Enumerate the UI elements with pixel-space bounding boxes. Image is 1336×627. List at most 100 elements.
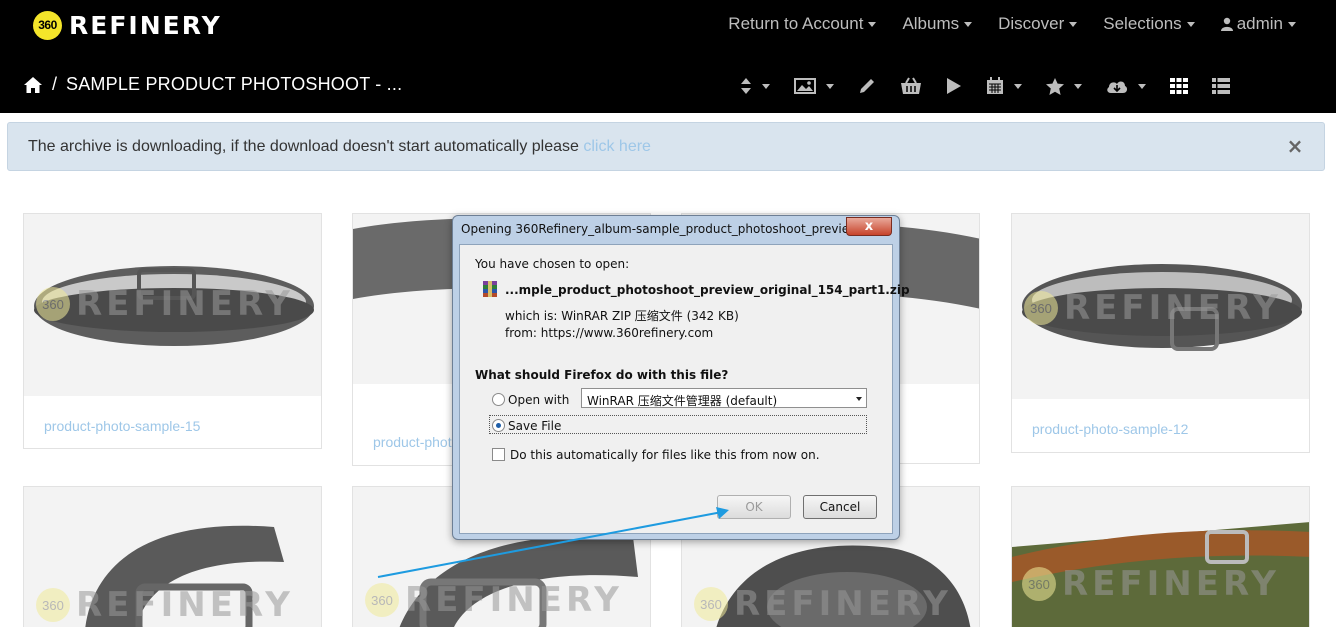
breadcrumb: / SAMPLE PRODUCT PHOTOSHOOT - ...	[23, 74, 402, 95]
product-photo[interactable]: 360 REFINERY	[1012, 487, 1309, 627]
gallery-card[interactable]: 360 REFINERY product-photo-sample-12	[1011, 213, 1310, 453]
favorite-button[interactable]	[1046, 72, 1082, 100]
page: 360 REFINERY Return to Account Albums Di…	[0, 0, 1336, 627]
watermark-text: REFINERY	[76, 284, 294, 324]
list-view-button[interactable]	[1212, 72, 1230, 100]
edit-button[interactable]	[858, 72, 876, 100]
chevron-down-icon	[856, 397, 862, 401]
image-icon	[794, 78, 816, 94]
watermark: 360 REFINERY	[1024, 288, 1282, 328]
image-button[interactable]	[794, 72, 834, 100]
play-icon	[947, 78, 961, 94]
chevron-down-icon	[1186, 21, 1195, 27]
top-nav: Return to Account Albums Discover Select…	[702, 12, 1296, 36]
file-name: ...mple_product_photoshoot_preview_origi…	[505, 283, 910, 297]
user-icon	[1220, 17, 1233, 31]
download-button[interactable]	[1106, 72, 1146, 100]
open-with-label[interactable]: Open with	[508, 393, 569, 407]
dialog-title: Opening 360Refinery_album-sample_product…	[461, 222, 849, 236]
watermark-text: REFINERY	[1064, 288, 1282, 328]
open-with-radio[interactable]	[492, 393, 505, 406]
grid-view-button[interactable]	[1170, 72, 1188, 100]
watermark: 360 REFINERY	[1022, 564, 1280, 604]
watermark-logo: 360	[36, 287, 70, 321]
watermark-logo: 360	[694, 587, 728, 621]
alert-text: The archive is downloading, if the downl…	[28, 138, 584, 155]
chevron-down-icon	[762, 83, 770, 89]
chevron-down-icon	[1138, 83, 1146, 89]
auto-label[interactable]: Do this automatically for files like thi…	[510, 448, 820, 462]
nav-label: Selections	[1103, 14, 1182, 33]
photo-caption[interactable]: product-photo-sample-15	[44, 418, 200, 434]
pencil-icon	[860, 79, 874, 93]
open-with-value: WinRAR 压缩文件管理器 (default)	[587, 394, 778, 408]
brand[interactable]: 360 REFINERY	[33, 10, 222, 40]
album-toolbar	[740, 72, 1254, 100]
download-alert: The archive is downloading, if the downl…	[7, 122, 1325, 171]
breadcrumb-separator: /	[52, 74, 58, 94]
download-dialog: Opening 360Refinery_album-sample_product…	[452, 215, 910, 540]
watermark-logo: 360	[365, 583, 399, 617]
list-view-icon	[1212, 78, 1230, 94]
photo-caption[interactable]: product-phot	[373, 434, 452, 450]
chevron-down-icon	[1069, 21, 1078, 27]
gallery-card[interactable]: 360 REFINERY product-photo-sample-15	[23, 213, 322, 449]
brand-logo: 360	[33, 10, 62, 40]
slideshow-button[interactable]	[946, 72, 962, 100]
cloud-download-icon	[1107, 81, 1128, 93]
watermark: 360 REFINERY	[365, 580, 623, 620]
product-photo[interactable]: 360 REFINERY	[1012, 214, 1309, 399]
watermark: 360 REFINERY	[36, 284, 294, 324]
dialog-body: You have chosen to open: ...mple_product…	[459, 244, 910, 534]
product-photo[interactable]: 360 REFINERY	[24, 487, 321, 627]
photo-caption[interactable]: product-photo-sample-12	[1032, 421, 1188, 437]
open-with-select[interactable]: WinRAR 压缩文件管理器 (default)	[581, 388, 867, 408]
calendar-button[interactable]	[986, 72, 1022, 100]
watermark-logo: 360	[1024, 291, 1058, 325]
ok-button[interactable]: OK	[717, 495, 791, 519]
watermark: 360 REFINERY	[694, 584, 952, 624]
nav-label: Discover	[998, 14, 1065, 33]
nav-selections[interactable]: Selections	[1103, 14, 1195, 34]
close-icon[interactable]: ×	[1286, 136, 1304, 156]
chevron-down-icon	[1014, 83, 1022, 89]
nav-user-menu[interactable]: admin	[1220, 14, 1296, 34]
chevron-down-icon	[868, 21, 877, 27]
watermark-logo: 360	[36, 588, 70, 622]
chevron-down-icon	[1288, 21, 1296, 27]
home-icon[interactable]	[23, 76, 43, 94]
nav-return-to-account[interactable]: Return to Account	[728, 14, 877, 34]
nav-albums[interactable]: Albums	[902, 14, 973, 34]
gallery-card[interactable]: 360 REFINERY	[23, 486, 322, 627]
auto-checkbox[interactable]	[492, 448, 505, 461]
cancel-button[interactable]: Cancel	[803, 495, 877, 519]
close-icon[interactable]: x	[846, 217, 892, 236]
click-here-link[interactable]: click here	[583, 138, 651, 155]
top-navbar: 360 REFINERY Return to Account Albums Di…	[0, 0, 1336, 113]
action-question: What should Firefox do with this file?	[475, 368, 729, 382]
chevron-down-icon	[1074, 83, 1082, 89]
grid-view-icon	[1170, 78, 1188, 94]
save-file-label[interactable]: Save File	[508, 419, 561, 433]
chevron-down-icon	[826, 83, 834, 89]
winrar-file-icon	[483, 281, 497, 297]
alert-message: The archive is downloading, if the downl…	[28, 138, 651, 156]
nav-label: Return to Account	[728, 14, 864, 33]
nav-label: Albums	[902, 14, 960, 33]
chosen-label: You have chosen to open:	[475, 257, 630, 271]
watermark: 360 REFINERY	[36, 585, 294, 625]
sort-button[interactable]	[740, 72, 770, 100]
basket-button[interactable]	[900, 72, 922, 100]
sort-icon	[741, 78, 751, 94]
basket-icon	[901, 77, 921, 94]
nav-discover[interactable]: Discover	[998, 14, 1078, 34]
calendar-icon	[987, 77, 1003, 94]
brand-name: REFINERY	[69, 10, 222, 40]
watermark-text: REFINERY	[405, 580, 623, 620]
belt-image	[1012, 487, 1309, 627]
watermark-logo: 360	[1022, 567, 1056, 601]
save-file-radio[interactable]	[492, 419, 505, 432]
product-photo[interactable]: 360 REFINERY	[24, 214, 321, 396]
gallery-card[interactable]: 360 REFINERY	[1011, 486, 1310, 627]
watermark-text: REFINERY	[1062, 564, 1280, 604]
